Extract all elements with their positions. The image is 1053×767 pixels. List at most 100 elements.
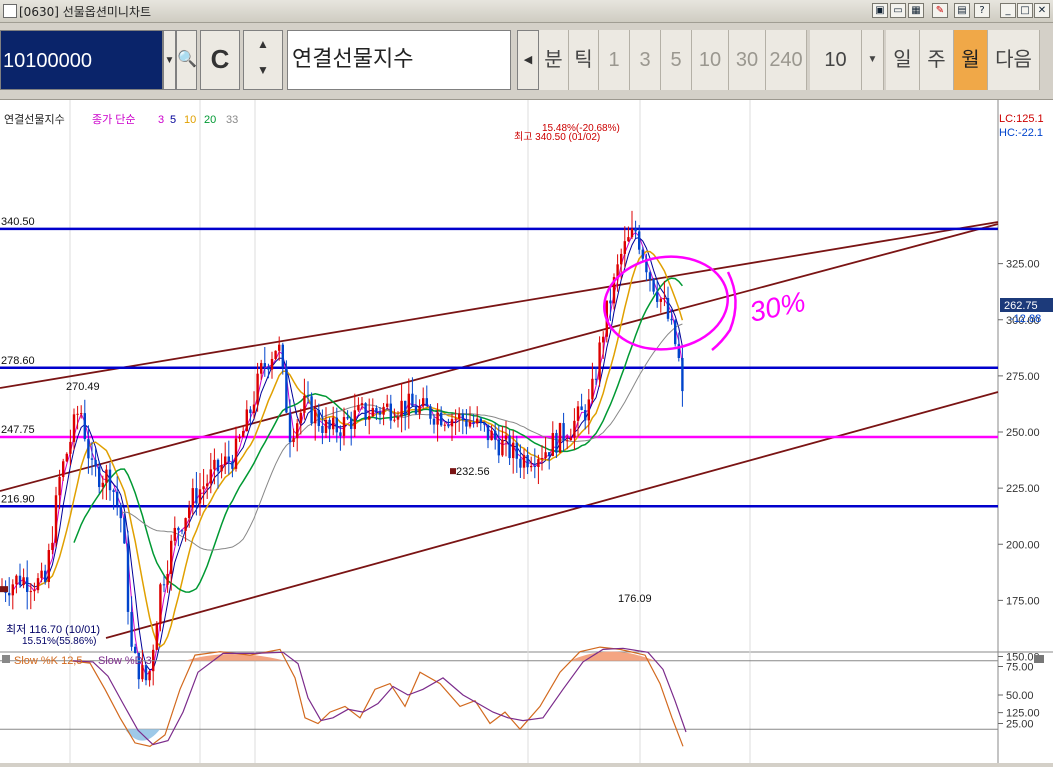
y-tick-label-4: 225.00 bbox=[1006, 483, 1040, 495]
toolbar-icon-1[interactable]: ▣ bbox=[872, 3, 888, 18]
candle-body-172 bbox=[620, 253, 623, 265]
candle-body-72 bbox=[260, 363, 263, 374]
candle-body-96 bbox=[346, 417, 349, 419]
period-button-1[interactable]: 틱 bbox=[569, 30, 599, 90]
candle-body-57 bbox=[206, 483, 209, 487]
annotation-1: 232.56 bbox=[456, 466, 490, 478]
count-dropdown-icon[interactable]: ▼ bbox=[862, 30, 884, 90]
candle-body-124 bbox=[447, 424, 450, 427]
candle-body-176 bbox=[634, 228, 637, 232]
candle-body-121 bbox=[436, 412, 439, 425]
candle-body-35 bbox=[126, 543, 130, 612]
candle-body-91 bbox=[328, 419, 331, 430]
candle-body-138 bbox=[497, 439, 500, 456]
help-icon[interactable]: ? bbox=[974, 3, 990, 18]
candle-body-105 bbox=[378, 411, 382, 415]
close-icon[interactable]: ✕ bbox=[1034, 3, 1050, 18]
chart-area[interactable]: 340.50 278.60 247.75 216.90 325.00 300.00 275… bbox=[0, 100, 1053, 763]
candle-body-60 bbox=[216, 459, 220, 472]
toolbar-icon-3[interactable]: ▦ bbox=[908, 3, 924, 18]
candle-body-81 bbox=[292, 438, 295, 443]
candle-body-128 bbox=[461, 413, 464, 421]
legend-ma-5: 5 bbox=[170, 114, 176, 126]
hc-value: HC:-22.1 bbox=[999, 127, 1043, 139]
edit-icon[interactable]: ✎ bbox=[932, 3, 948, 18]
stoch-k-line bbox=[69, 646, 684, 747]
candle-body-16 bbox=[58, 476, 61, 496]
candle-body-183 bbox=[659, 298, 662, 302]
week-button[interactable]: 주 bbox=[920, 30, 954, 90]
candle-body-106 bbox=[382, 406, 385, 415]
count-input[interactable]: 10 bbox=[810, 30, 862, 90]
refresh-icon[interactable]: C bbox=[200, 30, 240, 90]
candle-body-33 bbox=[119, 505, 122, 519]
candle-body-146 bbox=[526, 455, 529, 468]
stoch-d-label: Slow %D 3 bbox=[98, 655, 152, 667]
candle-body-177 bbox=[638, 231, 641, 250]
candle-body-93 bbox=[335, 417, 338, 433]
hline-label-3: 216.90 bbox=[1, 493, 35, 505]
candle-body-5 bbox=[18, 575, 22, 586]
code-dropdown-icon[interactable]: ▼ bbox=[163, 30, 176, 90]
candle-body-95 bbox=[342, 417, 346, 436]
candle-body-154 bbox=[555, 433, 558, 453]
main-plot-bg bbox=[0, 100, 998, 652]
layout-icon[interactable]: ▤ bbox=[954, 3, 970, 18]
candle-body-165 bbox=[594, 378, 598, 380]
candle-body-120 bbox=[432, 418, 436, 425]
period-button-4[interactable]: 5 bbox=[661, 30, 692, 90]
candle-body-103 bbox=[371, 408, 374, 417]
candle-body-15 bbox=[54, 495, 58, 543]
candle-body-152 bbox=[548, 452, 551, 457]
stoch-tick-label-0: 75.00 bbox=[1006, 662, 1034, 674]
stoch-d-line bbox=[72, 647, 687, 746]
legend-ma-33: 33 bbox=[226, 114, 238, 126]
y-tick-label-3: 250.00 bbox=[1006, 427, 1040, 439]
candle-body-18 bbox=[65, 453, 68, 462]
candle-body-55 bbox=[198, 489, 202, 504]
period-button-5[interactable]: 10 bbox=[692, 30, 729, 90]
period-button-6[interactable]: 30 bbox=[729, 30, 766, 90]
candle-body-113 bbox=[407, 393, 410, 416]
y-tick-label-0: 325.00 bbox=[1006, 259, 1040, 271]
candle-body-178 bbox=[641, 249, 644, 259]
candle-body-54 bbox=[195, 488, 198, 504]
candle-body-88 bbox=[317, 410, 320, 426]
candle-body-182 bbox=[656, 291, 659, 302]
candle-body-48 bbox=[173, 527, 176, 541]
candle-body-36 bbox=[130, 611, 133, 647]
instrument-name-field: 연결선물지수 bbox=[287, 30, 511, 90]
period-button-7[interactable]: 240 bbox=[766, 30, 807, 90]
search-icon[interactable]: 🔍 bbox=[176, 30, 197, 90]
candle-body-28 bbox=[101, 482, 104, 488]
low-pct: 15.51%(55.86%) bbox=[22, 636, 97, 647]
candle-body-43 bbox=[155, 624, 158, 650]
candle-body-163 bbox=[587, 399, 590, 421]
day-button[interactable]: 일 bbox=[886, 30, 920, 90]
candle-body-161 bbox=[580, 406, 583, 411]
candle-body-83 bbox=[299, 412, 302, 424]
minimize-icon[interactable]: _ bbox=[1000, 3, 1016, 18]
low-note: 최저 116.70 (10/01) bbox=[6, 623, 100, 636]
code-input[interactable]: 10100000 bbox=[0, 30, 163, 90]
candle-body-85 bbox=[306, 395, 310, 397]
period-button-0[interactable]: 분 bbox=[539, 30, 569, 90]
maximize-icon[interactable]: □ bbox=[1017, 3, 1033, 18]
candle-body-162 bbox=[584, 410, 587, 421]
month-button[interactable]: 월 bbox=[954, 30, 988, 90]
candle-body-107 bbox=[386, 403, 389, 407]
period-button-2[interactable]: 1 bbox=[599, 30, 630, 90]
candle-body-17 bbox=[62, 461, 65, 477]
scroll-left-icon[interactable]: ◀ bbox=[517, 30, 539, 90]
candle-body-134 bbox=[483, 422, 486, 425]
up-down-stepper-icon[interactable]: ▲ ▼ bbox=[243, 30, 283, 90]
toolbar-icon-2[interactable]: ▭ bbox=[890, 3, 906, 18]
stoch-settings-icon[interactable] bbox=[1034, 655, 1044, 663]
period-button-3[interactable]: 3 bbox=[630, 30, 661, 90]
title-bar: [0630] 선물옵션미니차트 ▣ ▭ ▦ ✎ ▤ ? _ □ ✕ bbox=[0, 0, 1053, 23]
candle-body-84 bbox=[303, 395, 306, 413]
next-button[interactable]: 다음 bbox=[988, 30, 1040, 90]
candle-body-22 bbox=[80, 413, 83, 415]
candle-body-63 bbox=[227, 456, 230, 462]
price-chart[interactable]: 340.50278.60247.75216.90 325.00300.00275… bbox=[0, 100, 1053, 763]
